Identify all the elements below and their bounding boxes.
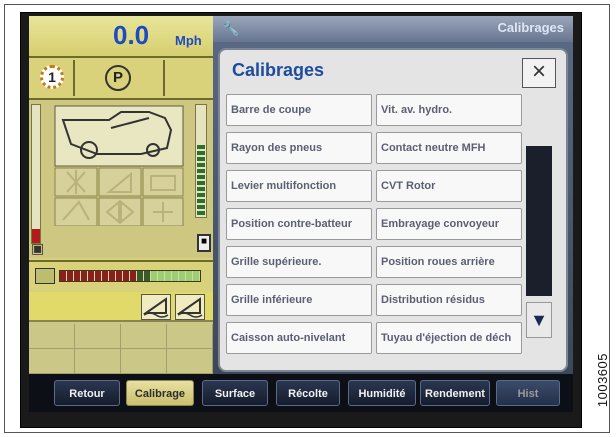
left-level-gauge [31, 104, 41, 244]
calib-option-right[interactable]: Tuyau d'éjection de déch [376, 322, 522, 354]
load-segment [67, 271, 73, 281]
speed-readout: 0.0 Mph [29, 16, 213, 58]
wrench-icon: 🔧 [222, 20, 240, 36]
calib-option-left[interactable]: Barre de coupe [226, 94, 372, 126]
load-segment [179, 271, 185, 281]
gauge-segment [197, 145, 205, 149]
load-segment [137, 271, 143, 281]
control-cell [29, 324, 75, 349]
header-raise-icon[interactable] [141, 294, 171, 320]
load-segment [81, 271, 87, 281]
gauge-segment [197, 211, 205, 215]
load-segment [95, 271, 101, 281]
control-cell [167, 349, 213, 374]
calib-option-right[interactable]: Embrayage convoyeur [376, 208, 522, 240]
calib-option-right[interactable]: Position roues arrière [376, 246, 522, 278]
speed-value: 0.0 [113, 20, 150, 50]
calib-option-left[interactable]: Rayon des pneus [226, 132, 372, 164]
control-cell [121, 349, 167, 374]
gear-status-row: 1 P [29, 60, 213, 96]
gauge-segment [197, 169, 205, 173]
speed-unit: Mph [175, 33, 202, 48]
load-segment [144, 271, 150, 281]
tab-hist[interactable]: Hist [496, 380, 560, 406]
scrollbar-thumb[interactable] [526, 146, 552, 296]
gauge-segment [197, 175, 205, 179]
load-segment [109, 271, 115, 281]
tab-retour[interactable]: Retour [54, 380, 120, 406]
calib-option-right[interactable]: CVT Rotor [376, 170, 522, 202]
control-cell [75, 349, 121, 374]
load-segment [158, 271, 164, 281]
load-segment [186, 271, 192, 281]
calib-option-right[interactable]: Vit. av. hydro. [376, 94, 522, 126]
scroll-down-icon[interactable]: ▼ [526, 302, 552, 338]
gauge-segment [197, 151, 205, 155]
park-brake-icon: P [105, 65, 131, 91]
load-indicator-row [29, 260, 213, 290]
gear-icon: 1 [40, 65, 64, 89]
park-indicator: P [77, 60, 165, 96]
fuel-icon: ■ [197, 234, 211, 252]
calib-option-right[interactable]: Distribution résidus [376, 284, 522, 316]
load-segment [88, 271, 94, 281]
tab-humidite[interactable]: Humidité [348, 380, 416, 406]
control-cell [121, 324, 167, 349]
calib-option-left[interactable]: Position contre-batteur [226, 208, 372, 240]
gauge-segment [197, 181, 205, 185]
gear-indicator: 1 [29, 60, 75, 96]
combine-diagram-icon [54, 105, 184, 226]
close-button[interactable]: × [522, 58, 556, 88]
control-cell [167, 324, 213, 349]
tab-calibrage[interactable]: Calibrage [126, 380, 194, 406]
lock-icon: ▣ [31, 240, 45, 256]
calibrations-dialog: Calibrages × Barre de coupe Rayon des pn… [218, 48, 568, 372]
gauge-segment [197, 163, 205, 167]
calib-option-left[interactable]: Grille supérieure. [226, 246, 372, 278]
strip-title: Calibrages [497, 20, 564, 35]
control-cell [75, 324, 121, 349]
machine-diagram-panel: ▣ ■ [29, 98, 213, 258]
tab-recolte[interactable]: Récolte [276, 380, 340, 406]
calib-option-left[interactable]: Caisson auto-nivelant [226, 322, 372, 354]
tab-rendement[interactable]: Rendement [420, 380, 490, 406]
figure-number: 1003605 [595, 352, 610, 407]
load-segment [74, 271, 80, 281]
header-controls-grid [29, 292, 213, 374]
right-level-gauge [195, 104, 207, 218]
tab-surface[interactable]: Surface [202, 380, 268, 406]
gauge-segment [197, 205, 205, 209]
gauge-segment [197, 199, 205, 203]
control-cell [29, 349, 75, 374]
load-segment [151, 271, 157, 281]
load-segment [172, 271, 178, 281]
load-segment [102, 271, 108, 281]
header-lower-icon[interactable] [175, 294, 205, 320]
load-segment [165, 271, 171, 281]
gauge-segment [197, 157, 205, 161]
load-segment [123, 271, 129, 281]
feeder-icon [35, 268, 55, 284]
dialog-title: Calibrages [232, 60, 325, 80]
calib-option-right[interactable]: Contact neutre MFH [376, 132, 522, 164]
left-status-panel: 0.0 Mph 1 P ▣ ■ [29, 16, 213, 374]
load-segment [60, 271, 66, 281]
load-segment [130, 271, 136, 281]
calib-option-left[interactable]: Levier multifonction [226, 170, 372, 202]
gauge-segment [197, 187, 205, 191]
load-segment [193, 271, 199, 281]
calib-option-left[interactable]: Grille inférieure [226, 284, 372, 316]
gauge-segment [197, 193, 205, 197]
load-segment [116, 271, 122, 281]
load-bar [59, 270, 201, 282]
